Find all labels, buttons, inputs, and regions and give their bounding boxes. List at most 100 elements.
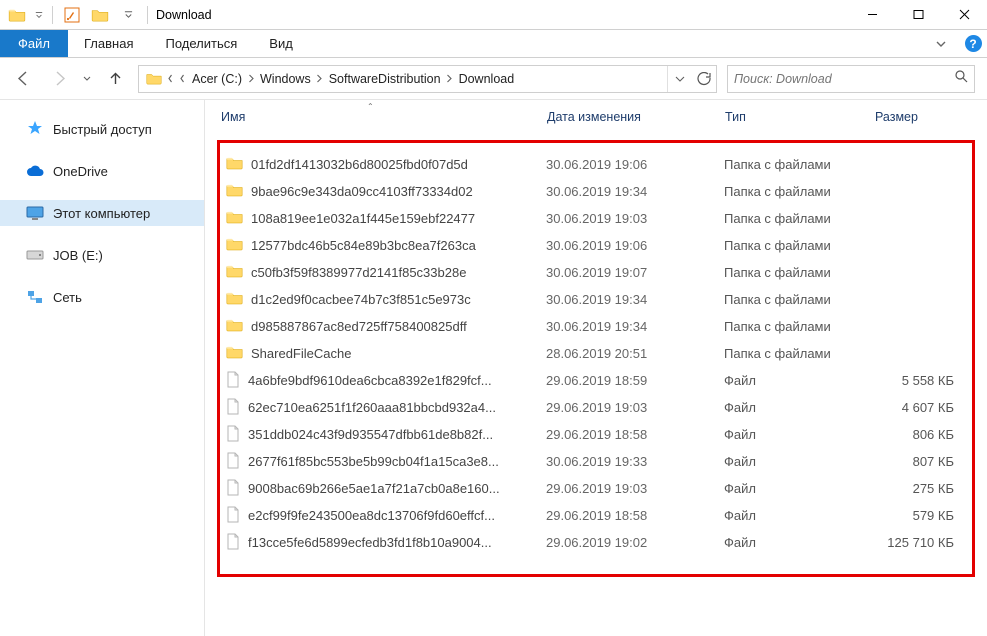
file-type: Файл xyxy=(724,481,874,496)
file-row[interactable]: 9bae96c9e343da09cc4103ff73334d0230.06.20… xyxy=(220,178,970,205)
file-row[interactable]: d1c2ed9f0cacbee74b7c3f851c5e973c30.06.20… xyxy=(220,286,970,313)
file-name: c50fb3f59f8389977d2141f85c33b28e xyxy=(251,265,466,280)
customize-qat[interactable] xyxy=(117,4,139,26)
recent-locations[interactable] xyxy=(82,76,92,82)
file-row[interactable]: c50fb3f59f8389977d2141f85c33b28e30.06.20… xyxy=(220,259,970,286)
column-date[interactable]: Дата изменения xyxy=(547,110,725,124)
breadcrumb-windows[interactable]: Windows xyxy=(257,72,314,86)
file-icon xyxy=(226,398,240,418)
star-icon xyxy=(26,120,44,138)
navigation-pane: Быстрый доступ OneDrive Этот компьютер J… xyxy=(0,100,205,636)
navigation-row: Acer (C:) Windows SoftwareDistribution D… xyxy=(0,58,987,100)
file-name: d1c2ed9f0cacbee74b7c3f851c5e973c xyxy=(251,292,471,307)
file-type: Папка с файлами xyxy=(724,346,874,361)
properties-icon[interactable] xyxy=(61,4,83,26)
search-input[interactable] xyxy=(734,72,954,86)
file-row[interactable]: 01fd2df1413032b6d80025fbd0f07d5d30.06.20… xyxy=(220,151,970,178)
file-type: Файл xyxy=(724,400,874,415)
qat-divider xyxy=(52,6,53,24)
column-size[interactable]: Размер xyxy=(875,110,959,124)
back-button[interactable] xyxy=(10,66,36,92)
tab-share[interactable]: Поделиться xyxy=(149,30,253,57)
file-size: 579 КБ xyxy=(874,508,958,523)
folder-icon xyxy=(226,156,243,173)
breadcrumb-sep-1[interactable] xyxy=(314,74,326,83)
file-name: 2677f61f85bc553be5b99cb04f1a15ca3e8... xyxy=(248,454,499,469)
file-row[interactable]: 9008bac69b266e5ae1a7f21a7cb0a8e160...29.… xyxy=(220,475,970,502)
breadcrumb-sep-2[interactable] xyxy=(444,74,456,83)
column-name-label: Имя xyxy=(221,110,245,124)
drive-icon xyxy=(26,246,44,264)
file-icon xyxy=(226,371,240,391)
search-icon[interactable] xyxy=(954,69,968,88)
nav-label: Быстрый доступ xyxy=(53,122,152,137)
nav-drive-job[interactable]: JOB (E:) xyxy=(0,242,204,268)
close-button[interactable] xyxy=(941,0,987,30)
file-row[interactable]: 351ddb024c43f9d935547dfbb61de8b82f...29.… xyxy=(220,421,970,448)
folder-icon xyxy=(226,264,243,281)
title-bar: Download xyxy=(0,0,987,30)
file-row[interactable]: SharedFileCache 28.06.2019 20:51Папка с ф… xyxy=(220,340,970,367)
tab-home[interactable]: Главная xyxy=(68,30,149,57)
file-size: 5 558 КБ xyxy=(874,373,958,388)
breadcrumb-sep-overflow[interactable] xyxy=(177,74,189,83)
file-row[interactable]: d985887867ac8ed725ff758400825dff30.06.20… xyxy=(220,313,970,340)
file-list: 01fd2df1413032b6d80025fbd0f07d5d30.06.20… xyxy=(217,140,975,577)
folder-icon xyxy=(226,210,243,227)
file-type: Папка с файлами xyxy=(724,319,874,334)
search-box[interactable] xyxy=(727,65,975,93)
address-bar[interactable]: Acer (C:) Windows SoftwareDistribution D… xyxy=(138,65,717,93)
nav-this-pc[interactable]: Этот компьютер xyxy=(0,200,204,226)
nav-quick-access[interactable]: Быстрый доступ xyxy=(0,116,204,142)
file-type: Папка с файлами xyxy=(724,157,874,172)
breadcrumb-root-icon[interactable] xyxy=(143,72,165,85)
file-name: 12577bdc46b5c84e89b3bc8ea7f263ca xyxy=(251,238,476,253)
file-icon xyxy=(226,479,240,499)
forward-button[interactable] xyxy=(46,66,72,92)
file-size: 275 КБ xyxy=(874,481,958,496)
file-row[interactable]: 62ec710ea6251f1f260aaa81bbcbd932a4...29.… xyxy=(220,394,970,421)
breadcrumb-download[interactable]: Download xyxy=(456,72,518,86)
column-name[interactable]: Имя ⌃ xyxy=(221,110,547,124)
file-row[interactable]: f13cce5fe6d5899ecfedb3fd1f8b10a9004...29… xyxy=(220,529,970,556)
file-row[interactable]: 12577bdc46b5c84e89b3bc8ea7f263ca30.06.20… xyxy=(220,232,970,259)
file-size: 807 КБ xyxy=(874,454,958,469)
file-name: d985887867ac8ed725ff758400825dff xyxy=(251,319,467,334)
address-dropdown[interactable] xyxy=(668,66,692,92)
file-name: 108a819ee1e032a1f445e159ebf22477 xyxy=(251,211,475,226)
file-name: SharedFileCache xyxy=(251,346,351,361)
ribbon: Файл Главная Поделиться Вид ? xyxy=(0,30,987,58)
refresh-button[interactable] xyxy=(692,66,716,92)
nav-network[interactable]: Сеть xyxy=(0,284,204,310)
file-type: Папка с файлами xyxy=(724,184,874,199)
minimize-button[interactable] xyxy=(849,0,895,30)
file-date: 29.06.2019 19:03 xyxy=(546,481,724,496)
help-button[interactable]: ? xyxy=(959,30,987,57)
file-date: 30.06.2019 19:03 xyxy=(546,211,724,226)
file-type: Папка с файлами xyxy=(724,292,874,307)
file-name: 9bae96c9e343da09cc4103ff73334d02 xyxy=(251,184,473,199)
maximize-button[interactable] xyxy=(895,0,941,30)
qat-dropdown[interactable] xyxy=(34,4,44,26)
file-menu[interactable]: Файл xyxy=(0,30,68,57)
ribbon-collapse[interactable] xyxy=(923,30,959,57)
breadcrumb-softwaredistribution[interactable]: SoftwareDistribution xyxy=(326,72,444,86)
nav-label: OneDrive xyxy=(53,164,108,179)
column-type[interactable]: Тип xyxy=(725,110,875,124)
nav-onedrive[interactable]: OneDrive xyxy=(0,158,204,184)
file-row[interactable]: 4a6bfe9bdf9610dea6cbca8392e1f829fcf...29… xyxy=(220,367,970,394)
tab-view[interactable]: Вид xyxy=(253,30,309,57)
file-size: 806 КБ xyxy=(874,427,958,442)
up-button[interactable] xyxy=(102,66,128,92)
breadcrumb-sep-0[interactable] xyxy=(245,74,257,83)
file-row[interactable]: 2677f61f85bc553be5b99cb04f1a15ca3e8...30… xyxy=(220,448,970,475)
new-folder-icon[interactable] xyxy=(89,4,111,26)
breadcrumb-acer[interactable]: Acer (C:) xyxy=(189,72,245,86)
file-type: Файл xyxy=(724,508,874,523)
app-icon[interactable] xyxy=(6,4,28,26)
breadcrumb-sep-root[interactable] xyxy=(165,74,177,83)
file-row[interactable]: 108a819ee1e032a1f445e159ebf22477 30.06.20… xyxy=(220,205,970,232)
network-icon xyxy=(26,288,44,306)
file-row[interactable]: e2cf99f9fe243500ea8dc13706f9fd60effcf...… xyxy=(220,502,970,529)
file-date: 28.06.2019 20:51 xyxy=(546,346,724,361)
